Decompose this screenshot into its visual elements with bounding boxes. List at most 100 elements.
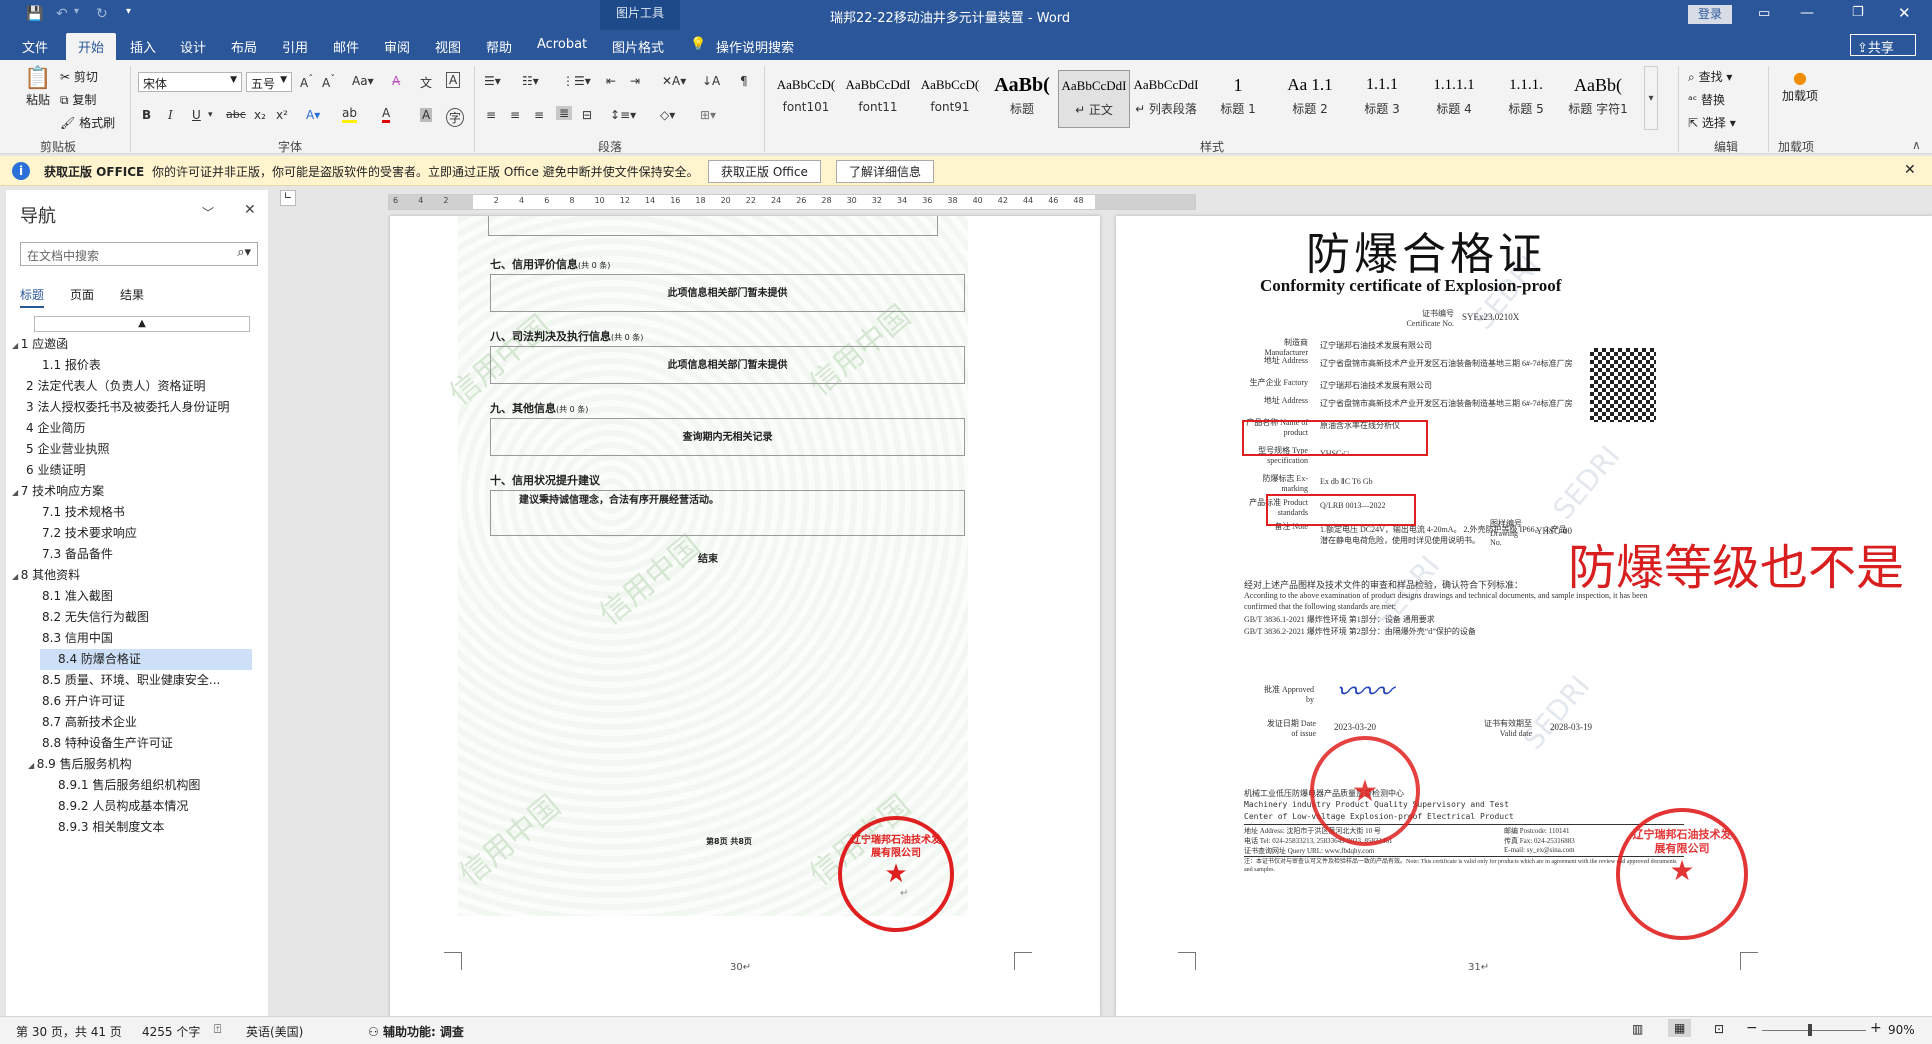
zoom-slider[interactable] xyxy=(1762,1030,1866,1031)
shading-icon[interactable]: ◇▾ xyxy=(660,108,675,122)
font-name-combo[interactable]: 宋体 ▼ xyxy=(138,72,242,92)
chinese-layout-icon[interactable]: ✕A▾ xyxy=(662,74,686,88)
get-genuine-button[interactable]: 获取正版 Office xyxy=(708,160,821,183)
line-spacing-icon[interactable]: ↕≡▾ xyxy=(610,108,636,122)
nav-heading-item[interactable]: 4 企业简历 xyxy=(6,418,268,439)
nav-heading-item[interactable]: 8.2 无失信行为截图 xyxy=(6,607,268,628)
borders-icon[interactable]: ⊞▾ xyxy=(700,108,716,122)
word-count[interactable]: 4255 个字 xyxy=(142,1023,200,1040)
nav-heading-item[interactable]: ◢ 8.9 售后服务机构 xyxy=(6,754,268,775)
shrink-font-icon[interactable]: Aˇ xyxy=(322,74,335,90)
redo-icon[interactable]: ↻ xyxy=(96,6,108,22)
strikethrough-icon[interactable]: abc xyxy=(226,108,246,121)
customize-qat-icon[interactable]: ▾ xyxy=(126,6,131,17)
replace-button[interactable]: ᵃᶜ 替换 xyxy=(1688,91,1725,108)
read-mode-icon[interactable]: ▥ xyxy=(1632,1022,1643,1036)
style-item[interactable]: AaBb(标题 字符1 xyxy=(1562,70,1634,128)
minimize-icon[interactable]: — xyxy=(1800,5,1814,21)
nav-heading-item[interactable]: 8.5 质量、环境、职业健康安全... xyxy=(6,670,268,691)
close-icon[interactable]: ✕ xyxy=(1904,162,1916,178)
expand-caret-icon[interactable]: ◢ xyxy=(28,761,37,770)
nav-heading-item[interactable]: 3 法人授权委托书及被委托人身份证明 xyxy=(6,397,268,418)
phonetic-guide-icon[interactable]: 文 xyxy=(420,74,432,91)
expand-caret-icon[interactable]: ◢ xyxy=(12,572,21,581)
char-border-icon[interactable]: A xyxy=(446,72,461,88)
web-layout-icon[interactable]: ⊡ xyxy=(1714,1022,1724,1036)
zoom-slider-thumb[interactable] xyxy=(1808,1024,1812,1036)
paste-button[interactable]: 📋 粘贴 xyxy=(20,66,56,126)
style-item[interactable]: 1.1.1 标题 3 xyxy=(1346,70,1418,128)
styles-more-icon[interactable]: ▾ xyxy=(1644,66,1658,130)
bold-icon[interactable]: B xyxy=(142,108,151,122)
undo-dropdown-icon[interactable]: ▾ xyxy=(74,6,79,17)
bullets-icon[interactable]: ☰▾ xyxy=(484,74,501,88)
nav-heading-item[interactable]: 5 企业营业执照 xyxy=(6,439,268,460)
credit-report-image[interactable]: 信用中国 信用中国 信用中国 信用中国 信用中国 七、信用评价信息(共 0 条)… xyxy=(443,216,968,916)
zoom-level[interactable]: 90% xyxy=(1888,1023,1915,1037)
ribbon-display-icon[interactable]: ▭ xyxy=(1758,6,1770,21)
nav-search-input[interactable]: 在文档中搜索 ⌕▾ xyxy=(20,242,258,266)
nav-heading-item[interactable]: 8.8 特种设备生产许可证 xyxy=(6,733,268,754)
enclose-char-icon[interactable]: 字 xyxy=(446,108,465,127)
text-effects-icon[interactable]: A▾ xyxy=(306,108,320,122)
tab-references[interactable]: 引用 xyxy=(282,37,308,56)
undo-icon[interactable]: ↶ xyxy=(56,6,68,22)
style-item[interactable]: AaBb(标题 xyxy=(986,70,1058,128)
tab-review[interactable]: 审阅 xyxy=(384,37,410,56)
decrease-indent-icon[interactable]: ⇤ xyxy=(606,74,616,88)
change-case-icon[interactable]: Aa▾ xyxy=(352,74,374,88)
align-left-icon[interactable]: ≡ xyxy=(486,108,496,122)
tab-acrobat[interactable]: Acrobat xyxy=(537,37,587,52)
page-count[interactable]: 第 30 页，共 41 页 xyxy=(16,1023,122,1040)
format-painter-button[interactable]: 🖌 格式刷 xyxy=(60,114,115,131)
tab-insert[interactable]: 插入 xyxy=(130,37,156,56)
nav-heading-item[interactable]: 7.2 技术要求响应 xyxy=(6,523,268,544)
print-layout-icon[interactable]: ▦ xyxy=(1668,1019,1692,1037)
char-shading-icon[interactable]: A xyxy=(420,108,433,122)
numbering-icon[interactable]: ☷▾ xyxy=(522,74,539,88)
nav-heading-item[interactable]: 8.1 准入截图 xyxy=(6,586,268,607)
tab-help[interactable]: 帮助 xyxy=(486,37,512,56)
nav-heading-item[interactable]: 6 业绩证明 xyxy=(6,460,268,481)
highlight-icon[interactable]: ab xyxy=(342,106,357,123)
superscript-icon[interactable]: x² xyxy=(276,108,288,122)
style-item[interactable]: AaBbCcD(font101 xyxy=(770,70,842,128)
nav-tab-results[interactable]: 结果 xyxy=(120,286,144,303)
chevron-down-icon[interactable]: ﹀ xyxy=(202,204,214,221)
italic-icon[interactable]: I xyxy=(168,108,173,122)
nav-heading-item[interactable]: 8.4 防爆合格证 xyxy=(40,649,252,670)
nav-heading-item[interactable]: 7.1 技术规格书 xyxy=(6,502,268,523)
increase-indent-icon[interactable]: ⇥ xyxy=(630,74,640,88)
search-icon[interactable]: ⌕▾ xyxy=(237,245,251,260)
tab-layout[interactable]: 布局 xyxy=(231,37,257,56)
nav-heading-item[interactable]: 8.9.1 售后服务组织机构图 xyxy=(6,775,268,796)
clear-format-icon[interactable]: A̶ xyxy=(392,74,400,88)
tab-mailings[interactable]: 邮件 xyxy=(333,37,359,56)
nav-heading-item[interactable]: ◢ 8 其他资料 xyxy=(6,565,268,586)
underline-icon[interactable]: U xyxy=(192,108,201,122)
zoom-in-icon[interactable]: + xyxy=(1870,1020,1882,1036)
cut-button[interactable]: ✂ 剪切 xyxy=(60,68,98,85)
accessibility-status[interactable]: ⚇ 辅助功能: 调查 xyxy=(368,1023,464,1040)
nav-heading-item[interactable]: 7.3 备品备件 xyxy=(6,544,268,565)
grow-font-icon[interactable]: Aˆ xyxy=(300,74,313,90)
expand-caret-icon[interactable]: ◢ xyxy=(12,341,21,350)
copy-button[interactable]: ⧉ 复制 xyxy=(60,91,96,108)
align-right-icon[interactable]: ≡ xyxy=(534,108,544,122)
share-button[interactable]: ⇪共享 xyxy=(1850,34,1916,56)
zoom-out-icon[interactable]: − xyxy=(1746,1020,1758,1036)
style-item[interactable]: 1.1.1. 标题 5 xyxy=(1490,70,1562,128)
show-marks-icon[interactable]: ¶ xyxy=(740,74,748,88)
nav-heading-item[interactable]: ◢ 7 技术响应方案 xyxy=(6,481,268,502)
distribute-icon[interactable]: ⊟ xyxy=(582,108,592,122)
collapse-ribbon-icon[interactable]: ∧ xyxy=(1912,138,1921,152)
save-icon[interactable]: 💾 xyxy=(26,6,43,22)
select-button[interactable]: ⇱ 选择 ▾ xyxy=(1688,114,1736,131)
tab-picture-format[interactable]: 图片格式 xyxy=(612,37,664,56)
tab-file[interactable]: 文件 xyxy=(22,37,48,56)
nav-heading-item[interactable]: 8.9.2 人员构成基本情况 xyxy=(6,796,268,817)
login-button[interactable]: 登录 xyxy=(1688,5,1732,24)
nav-heading-item[interactable]: 8.6 开户许可证 xyxy=(6,691,268,712)
subscript-icon[interactable]: x₂ xyxy=(254,108,266,122)
tell-me-search[interactable]: 操作说明搜索 xyxy=(716,37,794,56)
